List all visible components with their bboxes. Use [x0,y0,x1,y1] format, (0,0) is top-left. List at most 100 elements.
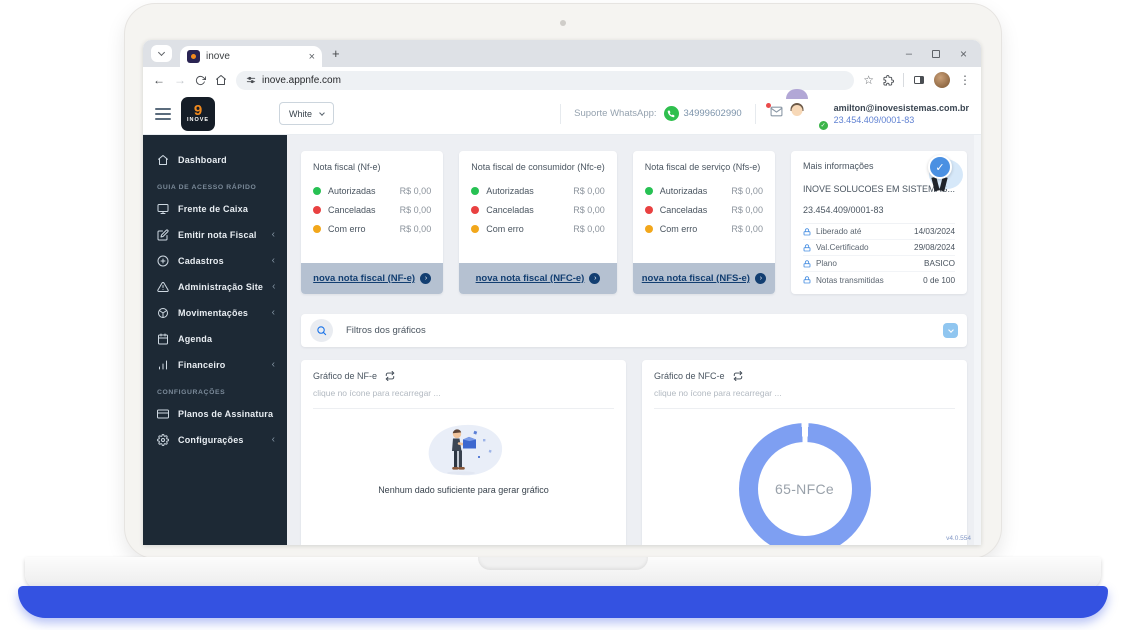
minimize-button[interactable]: – [906,48,912,60]
status-row: Autorizadas R$ 0,00 [645,186,763,196]
browser-menu-icon[interactable]: ⋮ [959,73,971,87]
chart-subtitle: clique no ícone para recarregar ... [313,388,614,398]
logo-text: INOVE [187,117,209,123]
sidebar-item-frente-de-caixa[interactable]: Frente de Caixa [143,196,287,222]
header-divider [755,104,756,124]
browser-tabstrip: inove × + – × [143,40,981,67]
status-row: Canceladas R$ 0,00 [313,205,431,215]
status-dot-orange [645,225,653,233]
sidebar-section-settings: CONFIGURAÇÕES [157,389,287,396]
whatsapp-icon [664,106,679,121]
chevron-down-icon [319,110,325,116]
support-label: Suporte WhatsApp: [574,108,656,119]
new-tab-button[interactable]: + [332,46,340,61]
status-dot-green [645,187,653,195]
chart-filters-bar[interactable]: Filtros dos gráficos [301,314,967,347]
app-header-right: Suporte WhatsApp: 34999602990 ✓ [547,99,969,129]
user-avatar[interactable]: ✓ [797,99,827,129]
sidebar-item-configuracoes[interactable]: Configurações ‹ [143,427,287,453]
collapse-filters-button[interactable] [943,323,958,338]
scrollbar[interactable] [974,135,981,545]
notification-dot [766,103,771,108]
laptop-base-bottom [18,586,1108,618]
bookmark-star-icon[interactable]: ☆ [863,73,874,87]
browser-window: inove × + – × ← → inove.appnfe.com ☆ [143,40,981,545]
side-panel-icon[interactable] [913,74,925,86]
lock-icon [803,244,811,252]
chevron-left-icon: ‹ [272,360,275,370]
theme-selector[interactable]: White [279,102,334,125]
chevron-down-icon [158,49,165,56]
alert-triangle-icon [157,281,169,293]
status-row: Canceladas R$ 0,00 [471,205,605,215]
close-button[interactable]: × [960,47,967,61]
extensions-icon[interactable] [883,75,894,86]
sidebar-item-agenda[interactable]: Agenda [143,326,287,352]
new-nfse-link[interactable]: nova nota fiscal (NFS-e) [642,273,750,284]
sidebar-item-planos-de-assinatura[interactable]: Planos de Assinatura [143,401,287,427]
refresh-icon[interactable] [385,371,395,381]
url-text: inove.appnfe.com [262,75,341,86]
verified-ribbon-icon: ✓ [917,153,963,201]
back-button[interactable]: ← [153,73,165,87]
browser-tab-inove[interactable]: inove × [180,46,322,67]
sidebar-section-quick-access: GUIA DE ACESSO RÁPIDO [157,184,287,191]
chart-title: Gráfico de NFC-e [654,371,725,381]
status-dot-orange [471,225,479,233]
monitor-icon [157,203,169,215]
hamburger-menu-icon[interactable] [155,108,171,120]
user-meta: amilton@inovesistemas.com.br 23.454.409/… [834,103,969,125]
tab-search-button[interactable] [151,45,172,62]
bar-chart-icon [157,359,169,371]
inove-logo[interactable]: 9 INOVE [181,97,215,131]
forward-button[interactable]: → [174,73,186,87]
logo-mark: 9 [194,104,202,117]
url-bar[interactable]: inove.appnfe.com [236,71,854,90]
refresh-icon[interactable] [733,371,743,381]
status-row: Com erro R$ 0,00 [313,224,431,234]
gear-icon [157,434,169,446]
summary-cards-row: Nota fiscal (Nf-e) Autorizadas R$ 0,00 C… [301,151,967,294]
donut-label: 65-NFCe [775,481,834,497]
lock-icon [803,228,811,236]
status-row: Autorizadas R$ 0,00 [471,186,605,196]
arrow-circle-icon[interactable]: › [420,273,431,284]
sidebar-item-emitir-nota-fiscal[interactable]: Emitir nota Fiscal ‹ [143,222,287,248]
app-version: v4.0.554 [946,535,971,542]
search-icon[interactable] [310,319,333,342]
browser-toolbar: ← → inove.appnfe.com ☆ ⋮ [143,67,981,93]
status-dot-green [471,187,479,195]
home-icon[interactable] [215,74,227,86]
card-nfse: Nota fiscal de serviço (Nfs-e) Autorizad… [633,151,775,294]
sidebar-item-movimentacoes[interactable]: Movimentações ‹ [143,300,287,326]
chart-title: Gráfico de NF-e [313,371,377,381]
lock-icon [803,276,811,284]
sidebar-item-dashboard[interactable]: Dashboard [143,147,287,173]
sidebar-item-cadastros[interactable]: Cadastros ‹ [143,248,287,274]
info-row: Notas transmitidas 0 de 100 [803,272,955,288]
card-footer: nova nota fiscal (NFC-e) › [459,263,617,294]
main-content: Nota fiscal (Nf-e) Autorizadas R$ 0,00 C… [287,135,981,545]
sidebar-item-financeiro[interactable]: Financeiro ‹ [143,352,287,378]
restore-button[interactable] [932,50,940,58]
status-dot-green [313,187,321,195]
card-footer: nova nota fiscal (NF-e) › [301,263,443,294]
calendar-icon [157,333,169,345]
card-nfce: Nota fiscal de consumidor (Nfc-e) Autori… [459,151,617,294]
new-nfce-link[interactable]: nova nota fiscal (NFC-e) [476,273,585,284]
chart-subtitle: clique no ícone para recarregar ... [654,388,955,398]
tab-close-icon[interactable]: × [309,51,315,63]
reload-icon[interactable] [195,75,206,86]
mail-icon[interactable] [769,105,784,123]
info-row: Val.Certificado 29/08/2024 [803,240,955,256]
chevron-down-icon [948,327,954,333]
sidebar-item-administracao-site[interactable]: Administração Site ‹ [143,274,287,300]
credit-card-icon [157,408,169,420]
chart-card-nfe: Gráfico de NF-e clique no ícone para rec… [301,360,626,545]
arrow-circle-icon[interactable]: › [589,273,600,284]
header-divider [560,104,561,124]
plus-circle-icon [157,255,169,267]
browser-profile-avatar[interactable] [934,72,950,88]
new-nfe-link[interactable]: nova nota fiscal (NF-e) [313,273,415,284]
arrow-circle-icon[interactable]: › [755,273,766,284]
